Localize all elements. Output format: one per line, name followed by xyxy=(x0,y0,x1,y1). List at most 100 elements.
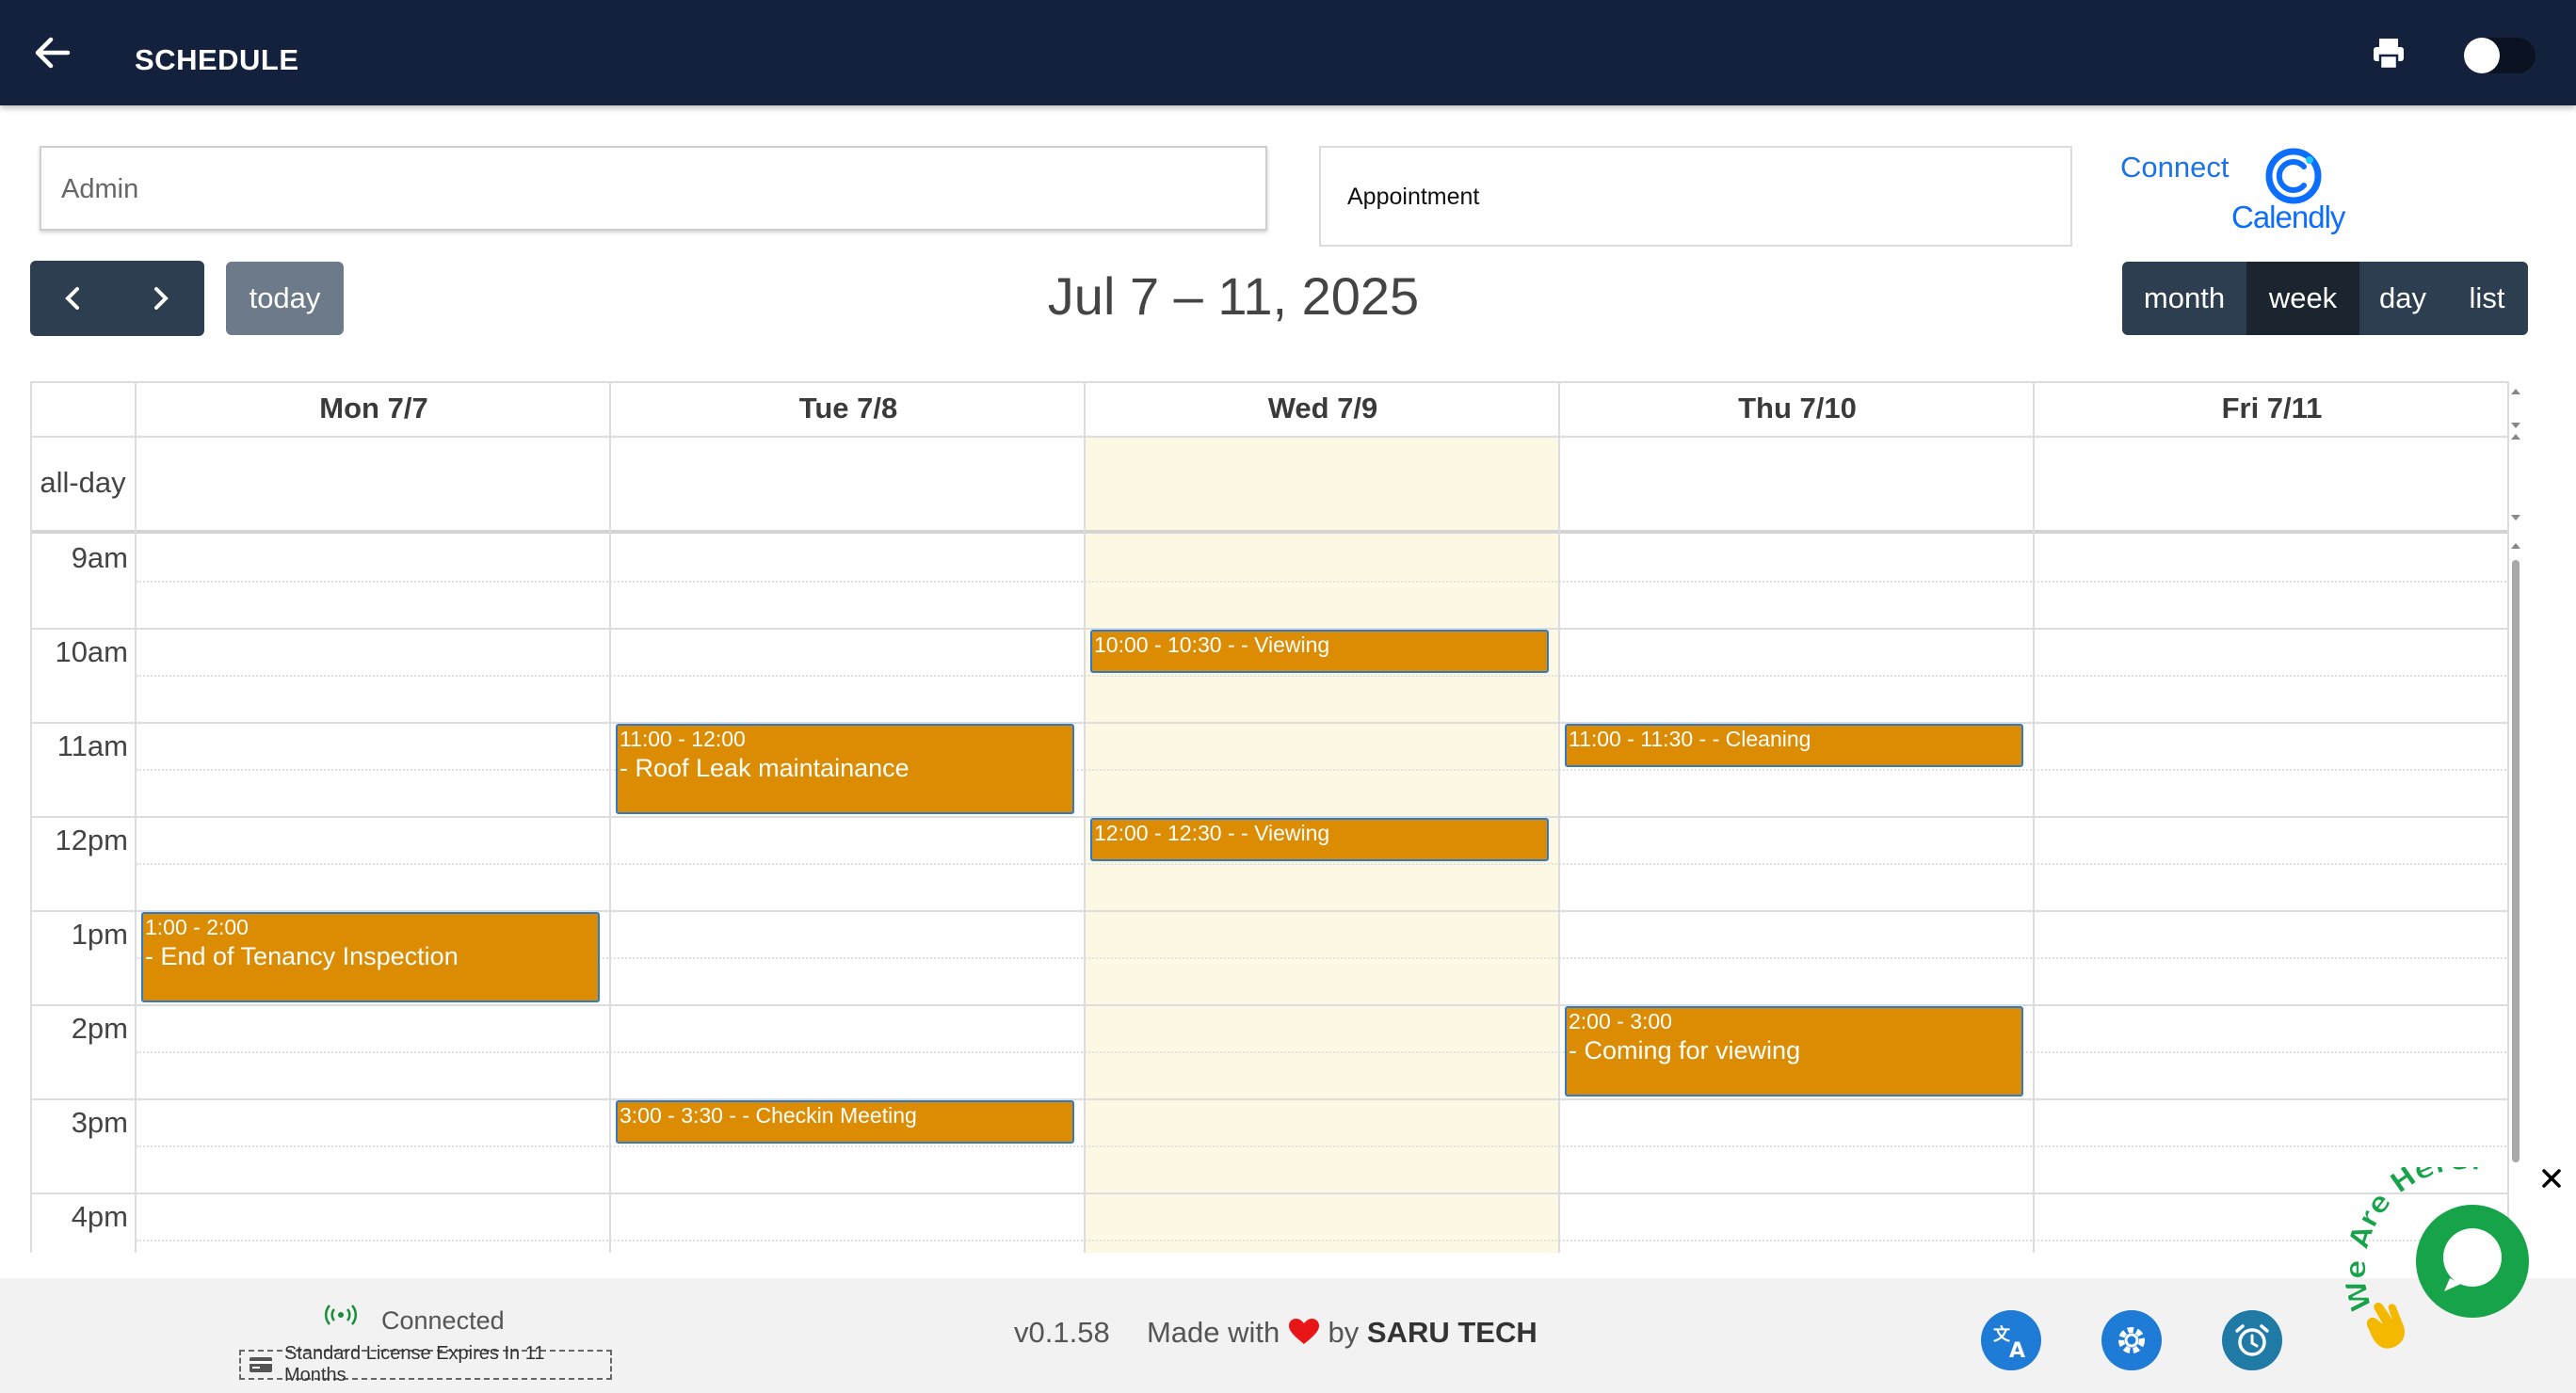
heart-icon xyxy=(1288,1318,1320,1346)
view-week-button[interactable]: week xyxy=(2246,262,2359,335)
day-header: Fri 7/11 xyxy=(2221,392,2323,424)
alarm-button[interactable] xyxy=(2222,1310,2282,1370)
license-text: Standard License Expires In 11 Months xyxy=(284,1343,545,1385)
company-name: SARU TECH xyxy=(1366,1316,1538,1349)
grid-line-dotted xyxy=(137,581,2509,583)
theme-toggle[interactable] xyxy=(2464,38,2536,73)
signal-icon xyxy=(322,1301,360,1334)
calendly-logo-icon xyxy=(2264,147,2323,205)
admin-select[interactable]: Admin xyxy=(40,146,1267,231)
grid-line-dotted xyxy=(137,1145,2509,1147)
translate-icon: 文 A xyxy=(1993,1324,2025,1361)
calendar-event[interactable]: 1:00 - 2:00 - End of Tenancy Inspection xyxy=(141,912,600,1002)
view-day-button[interactable]: day xyxy=(2359,262,2446,335)
chevron-right-icon xyxy=(154,287,169,310)
grid-line-dotted xyxy=(137,675,2509,677)
gear-icon xyxy=(2118,1327,2145,1353)
grid-line xyxy=(30,1098,2509,1100)
event-separator: - xyxy=(1221,821,1242,845)
allday-label: all-day xyxy=(40,466,126,499)
event-title: - Viewing xyxy=(1241,632,1330,657)
grid-line xyxy=(30,1193,2509,1194)
calendar-event[interactable]: 3:00 - 3:30 - - Checkin Meeting xyxy=(616,1100,1074,1144)
toggle-knob xyxy=(2464,38,2500,73)
settings-button[interactable] xyxy=(2101,1310,2162,1370)
time-label-9am: 9am xyxy=(71,541,128,574)
printer-icon[interactable] xyxy=(2370,35,2407,72)
view-list-button[interactable]: list xyxy=(2446,262,2528,335)
time-label-2pm: 2pm xyxy=(71,1012,128,1045)
made-with-credit: v0.1.58 Made with by SARU TECH xyxy=(1014,1316,1538,1350)
calendar-event[interactable]: 10:00 - 10:30 - - Viewing xyxy=(1090,630,1549,673)
grid-line xyxy=(609,381,611,1253)
connect-label: Connect xyxy=(2120,151,2230,184)
event-time: 12:00 - 12:30 xyxy=(1094,821,1222,845)
calendly-brand: Calendly xyxy=(2231,200,2345,234)
calendar-scrollbar[interactable] xyxy=(2504,381,2528,1253)
event-title: - Coming for viewing xyxy=(1569,1036,1801,1065)
day-header: Wed 7/9 xyxy=(1267,392,1378,424)
event-title: - Roof Leak maintainance xyxy=(620,754,910,782)
next-button[interactable] xyxy=(117,261,203,336)
event-time: 10:00 - 10:30 xyxy=(1094,632,1222,657)
time-label-12pm: 12pm xyxy=(55,824,128,857)
card-icon xyxy=(249,1356,273,1373)
day-header: Tue 7/8 xyxy=(798,392,898,424)
event-title: - Viewing xyxy=(1241,821,1330,845)
prev-button[interactable] xyxy=(30,261,117,336)
grid-line xyxy=(30,722,2509,724)
event-time: 1:00 - 2:00 xyxy=(145,915,249,939)
page-title: SCHEDULE xyxy=(135,43,299,76)
time-label-3pm: 3pm xyxy=(71,1106,128,1139)
grid-line xyxy=(30,381,32,1253)
event-title: - Cleaning xyxy=(1712,727,1811,751)
calendar-event[interactable]: 12:00 - 12:30 - - Viewing xyxy=(1090,818,1549,861)
appointment-select[interactable]: Appointment xyxy=(1319,146,2072,247)
event-title: - End of Tenancy Inspection xyxy=(145,942,459,970)
event-time: 2:00 - 3:00 xyxy=(1569,1009,1672,1033)
translate-button[interactable]: 文 A xyxy=(1981,1310,2041,1370)
event-title: - Checkin Meeting xyxy=(742,1103,917,1128)
grid-line-dotted xyxy=(137,1240,2509,1241)
calendar-event[interactable]: 2:00 - 3:00 - Coming for viewing xyxy=(1565,1006,2023,1097)
chat-bubble-icon xyxy=(2416,1205,2529,1318)
alarm-clock-icon xyxy=(2235,1324,2269,1356)
waving-hand-icon xyxy=(2366,1303,2405,1349)
event-separator: - xyxy=(1221,632,1242,657)
date-nav xyxy=(30,261,204,336)
grid-line-dotted xyxy=(137,1051,2509,1053)
grid-line-dotted xyxy=(137,769,2509,771)
event-time: 3:00 - 3:30 xyxy=(620,1103,723,1128)
grid-line xyxy=(2033,381,2035,1253)
view-month-button[interactable]: month xyxy=(2122,262,2246,335)
day-header: Mon 7/7 xyxy=(319,392,428,424)
version-label: v0.1.58 xyxy=(1014,1316,1110,1349)
event-time: 11:00 - 11:30 xyxy=(1569,727,1694,751)
connection-status: Connected xyxy=(381,1306,505,1335)
event-separator: - xyxy=(1693,727,1713,751)
close-icon[interactable] xyxy=(2540,1167,2563,1190)
time-label-10am: 10am xyxy=(55,635,128,668)
grid-line-dotted xyxy=(137,863,2509,865)
event-separator: - xyxy=(722,1103,743,1128)
calendly-connect-button[interactable]: Connect Calendly xyxy=(2120,148,2356,245)
view-switcher: month week day list xyxy=(2122,262,2528,335)
calendar-event[interactable]: 11:00 - 12:00 - Roof Leak maintainance xyxy=(616,724,1074,814)
svg-text:A: A xyxy=(2009,1339,2025,1361)
made-with-text: Made with xyxy=(1146,1316,1280,1349)
grid-line xyxy=(135,381,137,1253)
grid-line xyxy=(1558,381,1560,1253)
time-label-11am: 11am xyxy=(56,729,128,762)
chevron-left-icon xyxy=(65,287,79,310)
license-badge: Standard License Expires In 11 Months xyxy=(239,1343,612,1385)
by-text: by xyxy=(1328,1316,1360,1349)
today-button[interactable]: today xyxy=(226,262,344,335)
day-header: Thu 7/10 xyxy=(1738,392,1857,424)
chat-widget[interactable]: We Are Here! xyxy=(2340,1143,2576,1355)
calendar-event[interactable]: 11:00 - 11:30 - - Cleaning xyxy=(1565,724,2023,767)
back-arrow-icon[interactable] xyxy=(30,30,75,75)
grid-line xyxy=(1084,381,1086,1253)
grid-line xyxy=(30,1004,2509,1006)
week-calendar: all-day 9am 10am 11am 12pm 1pm 2pm 3pm 4pm Mon 7… xyxy=(30,381,2527,1253)
grid-line xyxy=(30,436,2509,438)
